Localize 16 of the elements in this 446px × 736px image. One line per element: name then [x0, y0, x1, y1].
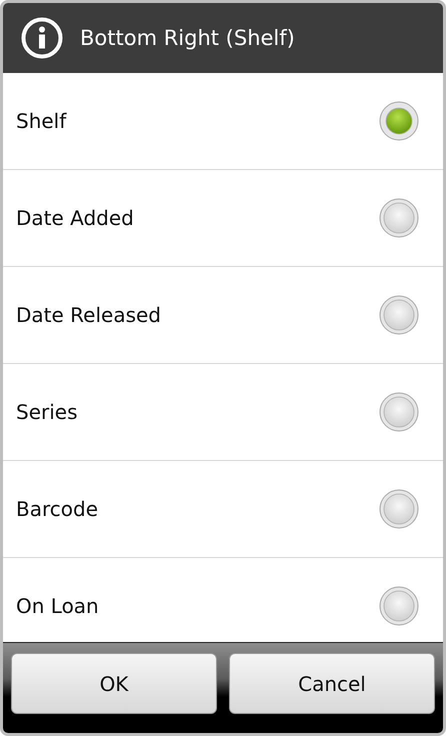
dialog-title: Bottom Right (Shelf) — [80, 26, 295, 50]
radio-button[interactable] — [379, 489, 419, 529]
option-label: On Loan — [16, 594, 99, 618]
option-label: Barcode — [16, 497, 98, 521]
radio-button[interactable] — [379, 295, 419, 335]
option-label: Date Released — [16, 303, 161, 327]
option-label: Series — [16, 400, 78, 424]
radio-button[interactable] — [379, 586, 419, 626]
option-label: Date Added — [16, 206, 134, 230]
option-label: Shelf — [16, 109, 66, 133]
radio-button[interactable] — [379, 198, 419, 238]
ok-button[interactable]: OK — [11, 653, 217, 714]
radio-button[interactable] — [379, 392, 419, 432]
info-icon — [21, 17, 63, 59]
cancel-button[interactable]: Cancel — [229, 653, 435, 714]
radio-button-selected[interactable] — [379, 101, 419, 141]
